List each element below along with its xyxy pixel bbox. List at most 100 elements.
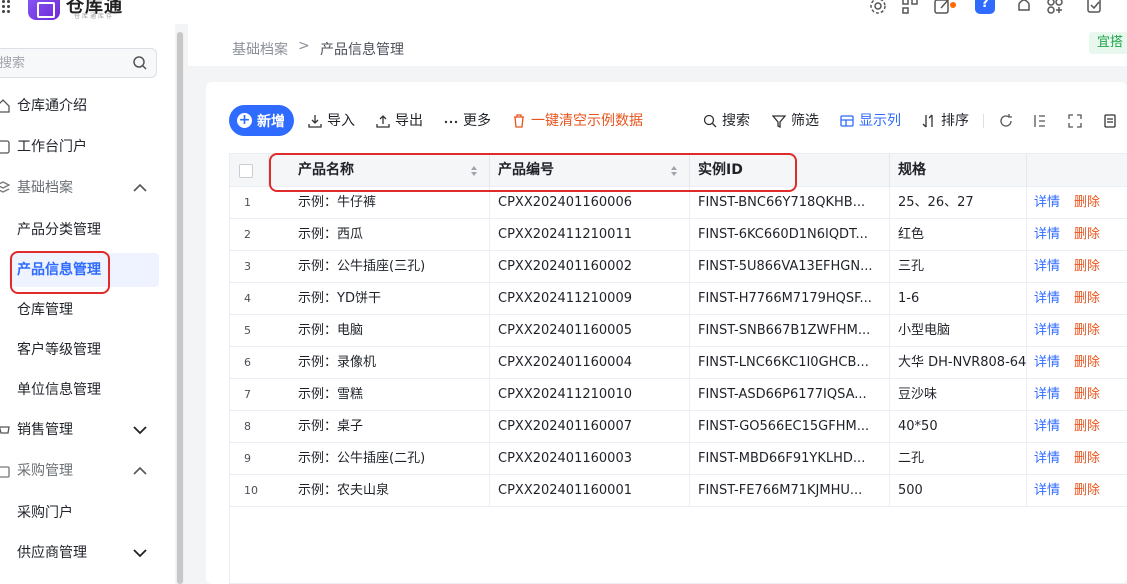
apps-icon[interactable] (1045, 0, 1067, 16)
sort-icon (922, 114, 933, 128)
cell-product-code: CPXX202401160005 (498, 323, 632, 338)
sidebar-item-supplier[interactable]: 供应商管理 (0, 536, 175, 570)
export-label: 导出 (395, 113, 423, 129)
platform-badge[interactable]: 宜搭 (1089, 32, 1127, 54)
detail-link[interactable]: 详情 (1034, 283, 1060, 314)
cell-product-name: 示例：录像机 (298, 355, 377, 370)
import-icon (308, 115, 322, 128)
cell-product-code: CPXX202401160002 (498, 259, 632, 274)
table-row[interactable]: 3 示例：公牛插座(三孔) CPXX202401160002 FINST-5U866V… (230, 251, 1127, 283)
detail-link[interactable]: 详情 (1034, 379, 1060, 410)
delete-link[interactable]: 删除 (1074, 379, 1100, 410)
sidebar-item-unit-info[interactable]: 单位信息管理 (0, 373, 175, 407)
document-icon (1104, 114, 1116, 128)
sidebar-item-sales[interactable]: 销售管理 (0, 413, 175, 447)
refresh-icon (1000, 114, 1012, 127)
delete-link[interactable]: 删除 (1074, 443, 1100, 474)
sidebar-item-label: 采购门户 (17, 505, 73, 521)
workbench-icon (0, 140, 10, 154)
more-label: 更多 (463, 113, 491, 129)
sidebar-search[interactable] (0, 48, 157, 78)
row-index: 10 (244, 484, 258, 497)
delete-link[interactable]: 删除 (1074, 475, 1100, 506)
sidebar-item-warehouse[interactable]: 仓库管理 (0, 293, 175, 327)
sidebar-item-workbench[interactable]: 工作台门户 (0, 130, 175, 164)
cell-instance-id: FINST-LNC66KC1I0GHCB... (698, 355, 869, 370)
scrollbar-thumb[interactable] (177, 32, 183, 584)
column-divider (1026, 187, 1027, 507)
table-row[interactable]: 9 示例：公牛插座(二孔) CPXX202401160003 FINST-MBD66F… (230, 443, 1127, 475)
settings-icon[interactable] (868, 0, 890, 16)
detail-link[interactable]: 详情 (1034, 411, 1060, 442)
header-spec[interactable]: 规格 (898, 154, 926, 187)
row-index: 9 (244, 452, 251, 465)
filter-icon (772, 115, 786, 128)
delete-link[interactable]: 删除 (1074, 315, 1100, 346)
detail-link[interactable]: 详情 (1034, 251, 1060, 282)
sidebar-scrollbar[interactable] (176, 32, 184, 584)
sidebar-item-label: 供应商管理 (17, 545, 87, 561)
sidebar-item-label: 仓库通介绍 (17, 98, 87, 114)
sidebar-item-purchase-portal[interactable]: 采购门户 (0, 496, 175, 530)
sidebar-item-purchase[interactable]: 采购管理 (0, 454, 175, 488)
detail-link[interactable]: 详情 (1034, 219, 1060, 250)
sidebar-item-basic-archive[interactable]: 基础档案 (0, 171, 175, 205)
add-button[interactable]: + 新增 (229, 105, 294, 136)
delete-link[interactable]: 删除 (1074, 283, 1100, 314)
table-row[interactable]: 10 示例：农夫山泉 CPXX202401160001 FINST-FE766M71K… (230, 475, 1127, 507)
sidebar-item-customer-level[interactable]: 客户等级管理 (0, 333, 175, 367)
sidebar-item-product-category[interactable]: 产品分类管理 (0, 213, 175, 247)
chevron-down-icon[interactable] (132, 424, 148, 436)
bell-icon[interactable] (1014, 0, 1036, 16)
table-row[interactable]: 6 示例：录像机 CPXX202401160004 FINST-LNC66KC1I0G… (230, 347, 1127, 379)
sidebar-item-label: 采购管理 (17, 463, 73, 479)
row-index: 7 (244, 388, 251, 401)
search-label: 搜索 (722, 113, 750, 129)
table-row[interactable]: 8 示例：桌子 CPXX202401160007 FINST-GO566EC15GFH… (230, 411, 1127, 443)
table-row[interactable]: 4 示例：YD饼干 CPXX202411210009 FINST-H7766M7179… (230, 283, 1127, 315)
breadcrumb: 基础档案 > 产品信息管理 (188, 24, 1127, 66)
chevron-down-icon[interactable] (132, 547, 148, 559)
sidebar-item-label: 销售管理 (17, 422, 73, 438)
add-button-label: 新增 (257, 113, 285, 130)
cell-product-code: CPXX202411210011 (498, 227, 632, 242)
sidebar-item-label: 仓库管理 (17, 302, 73, 318)
cell-spec: 大华 DH-NVR808-64 (898, 355, 1026, 370)
detail-link[interactable]: 详情 (1034, 475, 1060, 506)
delete-link[interactable]: 删除 (1074, 219, 1100, 250)
table-row[interactable]: 5 示例：电脑 CPXX202401160005 FINST-SNB667B1ZWFH… (230, 315, 1127, 347)
chevron-up-icon[interactable] (132, 182, 148, 194)
fullscreen-icon (1068, 114, 1082, 128)
breadcrumb-current: 产品信息管理 (320, 42, 404, 58)
cell-product-code: CPXX202401160004 (498, 355, 632, 370)
archive-icon (0, 181, 10, 193)
detail-link[interactable]: 详情 (1034, 315, 1060, 346)
app-logo (28, 0, 60, 20)
todo-icon[interactable] (1085, 0, 1107, 16)
product-table: 产品名称 产品编号 实例ID 规格 1 示例：牛仔裤 CPXX20240116000… (229, 153, 1127, 584)
help-icon[interactable]: ? (975, 0, 995, 14)
detail-link[interactable]: 详情 (1034, 443, 1060, 474)
delete-link[interactable]: 删除 (1074, 187, 1100, 218)
delete-link[interactable]: 删除 (1074, 411, 1100, 442)
sidebar-item-intro[interactable]: 仓库通介绍 (0, 89, 175, 123)
clear-sample-data-label: 一键清空示例数据 (531, 113, 643, 129)
row-index: 1 (244, 196, 251, 209)
search-icon[interactable] (132, 55, 148, 71)
detail-link[interactable]: 详情 (1034, 347, 1060, 378)
table-row[interactable]: 2 示例：西瓜 CPXX202411210011 FINST-6KC660D1N6IQ… (230, 219, 1127, 251)
select-all-checkbox[interactable] (239, 164, 253, 178)
cell-product-name: 示例：雪糕 (298, 387, 364, 402)
sidebar-item-label: 单位信息管理 (17, 382, 101, 398)
app-grid-icon[interactable] (2, 0, 14, 14)
delete-link[interactable]: 删除 (1074, 347, 1100, 378)
annotation-highlight-sidebar (10, 251, 110, 294)
cell-product-code: CPXX202401160007 (498, 419, 632, 434)
scan-icon[interactable] (900, 0, 922, 16)
breadcrumb-parent[interactable]: 基础档案 (232, 39, 288, 59)
delete-link[interactable]: 删除 (1074, 251, 1100, 282)
chevron-up-icon[interactable] (132, 465, 148, 477)
sidebar-search-input[interactable] (0, 54, 119, 72)
detail-link[interactable]: 详情 (1034, 187, 1060, 218)
table-row[interactable]: 7 示例：雪糕 CPXX202411210010 FINST-ASD66P6177IQ… (230, 379, 1127, 411)
